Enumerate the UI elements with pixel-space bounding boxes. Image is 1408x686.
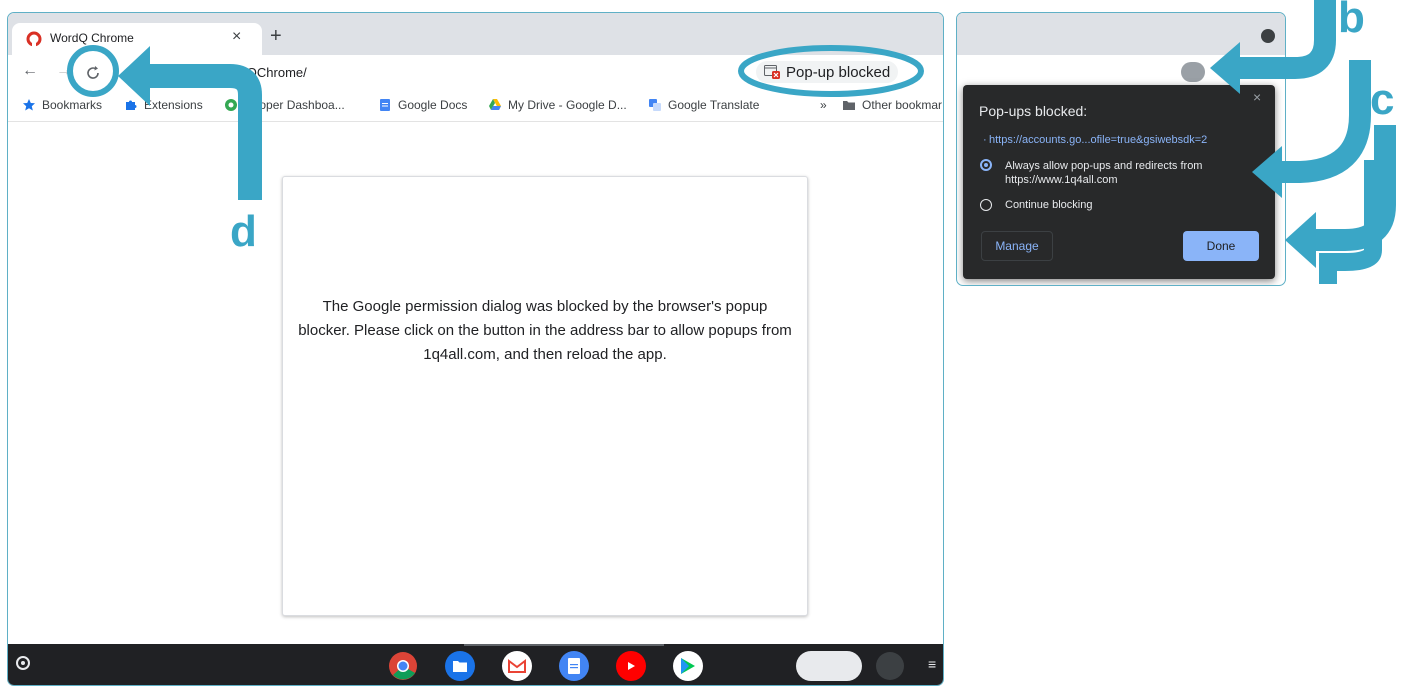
bookmark-label: My Drive - Google D... bbox=[508, 98, 627, 112]
back-button[interactable]: ← bbox=[22, 62, 38, 80]
bookmark-extensions[interactable]: Extensions bbox=[124, 98, 203, 112]
chrome-webstore-icon bbox=[225, 99, 237, 111]
browser-toolbar: ← → ordQChrome/ Pop-up blocked bbox=[8, 55, 943, 91]
popups-blocked-bubble: Pop-ups blocked: × · https://accounts.go… bbox=[963, 85, 1275, 279]
wordq-favicon-icon bbox=[26, 31, 42, 47]
files-app-icon[interactable] bbox=[445, 651, 475, 681]
shelf-handle bbox=[464, 644, 664, 646]
dialog-message: The Google permission dialog was blocked… bbox=[298, 298, 792, 363]
bubble-close-icon[interactable]: × bbox=[1253, 89, 1261, 105]
popup-blocked-icon bbox=[764, 65, 780, 79]
bookmark-bookmarks[interactable]: Bookmarks bbox=[22, 98, 102, 112]
tab-strip: WordQ Chrome × + bbox=[8, 13, 943, 55]
arrow-c-head bbox=[1285, 212, 1316, 268]
bookmarks-bar: Bookmarks Extensions veloper Dashboa... … bbox=[8, 91, 943, 122]
bookmark-label: Extensions bbox=[144, 98, 203, 112]
tray-status-area[interactable] bbox=[876, 652, 904, 680]
arrow-c-extra bbox=[1319, 160, 1382, 284]
translate-icon bbox=[649, 99, 661, 111]
popup-blocked-label: Pop-up blocked bbox=[786, 63, 891, 81]
address-bar-url[interactable]: ordQChrome/ bbox=[228, 65, 307, 80]
bullet-icon: · bbox=[983, 134, 987, 146]
tab-search-icon[interactable] bbox=[1261, 29, 1275, 43]
popup-blocked-chip-small[interactable] bbox=[1181, 62, 1205, 82]
bookmark-other-bookmarks[interactable]: Other bookmar bbox=[842, 98, 942, 112]
bookmarks-overflow-button[interactable]: » bbox=[820, 98, 827, 112]
tab-close-icon[interactable]: × bbox=[232, 28, 241, 46]
chrome-app-icon[interactable] bbox=[388, 651, 418, 681]
bookmark-google-translate[interactable]: Google Translate bbox=[648, 98, 759, 112]
annotation-letter-b: b bbox=[1338, 0, 1365, 42]
annotation-letter-c: c bbox=[1370, 75, 1395, 124]
gmail-app-icon[interactable] bbox=[502, 651, 532, 681]
folder-icon bbox=[843, 101, 855, 110]
block-radio[interactable] bbox=[980, 199, 992, 211]
drive-icon bbox=[489, 99, 501, 110]
reload-icon[interactable] bbox=[84, 64, 102, 82]
bookmark-developer-dashboard[interactable]: veloper Dashboa... bbox=[224, 98, 345, 112]
forward-button[interactable]: → bbox=[56, 62, 72, 80]
docs-app-icon[interactable] bbox=[559, 651, 589, 681]
chromeos-shelf: ≡ bbox=[8, 644, 943, 685]
popup-blocked-dialog: The Google permission dialog was blocked… bbox=[282, 176, 808, 616]
side-tab-strip bbox=[957, 13, 1285, 55]
annotation-letter-d: d bbox=[230, 207, 257, 256]
popup-blocked-chip[interactable]: Pop-up blocked bbox=[756, 61, 899, 83]
tab-wordq-chrome[interactable]: WordQ Chrome × bbox=[12, 23, 262, 55]
docs-icon bbox=[380, 99, 390, 111]
allow-option-label[interactable]: Always allow pop-ups and redirects from … bbox=[1005, 159, 1267, 187]
done-button[interactable]: Done bbox=[1183, 231, 1259, 261]
blocked-popup-link[interactable]: https://accounts.go...ofile=true&gsiwebs… bbox=[989, 134, 1207, 146]
arrow-c bbox=[1310, 125, 1396, 251]
star-icon bbox=[23, 99, 35, 111]
zoomed-popup-window: Pop-ups blocked: × · https://accounts.go… bbox=[956, 12, 1286, 286]
bookmark-google-docs[interactable]: Google Docs bbox=[378, 98, 467, 112]
lock-icon[interactable] bbox=[126, 67, 135, 78]
page-content: The Google permission dialog was blocked… bbox=[8, 122, 943, 644]
tray-holding-space[interactable] bbox=[796, 651, 862, 681]
bookmark-label: Other bookmar bbox=[862, 98, 943, 112]
bookmark-label: Bookmarks bbox=[42, 98, 103, 112]
play-store-app-icon[interactable] bbox=[673, 651, 703, 681]
new-tab-button[interactable]: + bbox=[270, 25, 282, 48]
puzzle-icon bbox=[126, 100, 137, 110]
side-toolbar bbox=[957, 55, 1285, 85]
bookmark-label: Google Translate bbox=[668, 98, 760, 112]
bookmark-label: veloper Dashboa... bbox=[244, 98, 345, 112]
allow-radio[interactable] bbox=[980, 159, 992, 171]
launcher-icon[interactable] bbox=[16, 656, 30, 670]
bookmarks-overflow-label: » bbox=[820, 98, 827, 112]
bubble-title: Pop-ups blocked: bbox=[979, 103, 1088, 119]
browser-window: WordQ Chrome × + ← → ordQChrome/ Pop-up … bbox=[7, 12, 944, 686]
bookmark-label: Google Docs bbox=[398, 98, 468, 112]
bookmark-my-drive[interactable]: My Drive - Google D... bbox=[488, 98, 627, 112]
youtube-app-icon[interactable] bbox=[616, 651, 646, 681]
tray-menu-icon[interactable]: ≡ bbox=[928, 656, 936, 672]
manage-button[interactable]: Manage bbox=[981, 231, 1053, 261]
block-option-label[interactable]: Continue blocking bbox=[1005, 199, 1092, 211]
tab-title: WordQ Chrome bbox=[50, 31, 134, 45]
